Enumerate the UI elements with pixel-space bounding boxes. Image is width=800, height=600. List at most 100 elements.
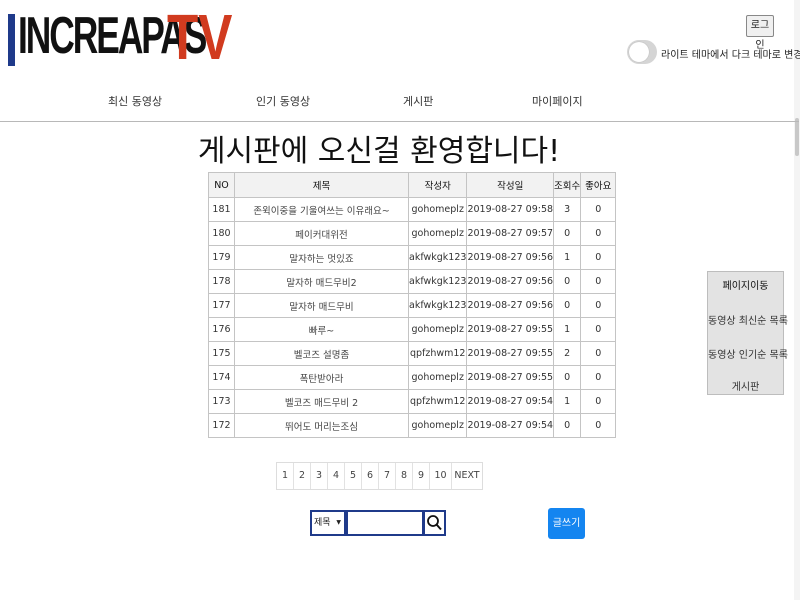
pagination-page[interactable]: 6	[362, 463, 379, 489]
write-post-button[interactable]: 글쓰기	[548, 508, 585, 539]
cell-author: gohomeplz	[407, 365, 468, 390]
table-row: 181 존윅이중을 기울여쓰는 이유래요~ gohomeplz 2019-08-27 …	[208, 197, 617, 222]
toggle-knob	[629, 42, 649, 62]
pagination-page[interactable]: 3	[311, 463, 328, 489]
cell-date: 2019-08-27 09:55	[466, 317, 555, 342]
nav-item-mypage[interactable]: 마이페이지	[532, 93, 583, 109]
site-logo[interactable]: INCREAPAS TV	[7, 1, 232, 73]
th-author: 작성자	[407, 172, 468, 198]
logo-tv-text: TV	[167, 1, 233, 73]
board-table: NO 제목 작성자 작성일 조회수 좋아요 181 존윅이중을 기울여쓰는 이유래요~ goh…	[208, 172, 617, 438]
pagination: 1 2 3 4 5 6 7 8 9 10 NEXT	[276, 462, 483, 490]
cell-title[interactable]: 말자하 매드무비	[234, 293, 409, 318]
cell-date: 2019-08-27 09:54	[466, 389, 555, 414]
th-date: 작성일	[466, 172, 555, 198]
cell-views: 0	[553, 413, 582, 438]
cell-likes: 0	[580, 365, 617, 390]
cell-title[interactable]: 폭탄받아라	[234, 365, 409, 390]
pagination-page[interactable]: 8	[396, 463, 413, 489]
cell-title[interactable]: 존윅이중을 기울여쓰는 이유래요~	[234, 197, 409, 222]
theme-toggle-label: 라이트 테마에서 다크 테마로 변경	[661, 50, 800, 61]
cell-title[interactable]: 페이커대위전	[234, 221, 409, 246]
cell-no: 178	[208, 269, 235, 294]
pagination-page[interactable]: 4	[328, 463, 345, 489]
cell-date: 2019-08-27 09:58	[466, 197, 555, 222]
cell-date: 2019-08-27 09:56	[466, 293, 555, 318]
theme-toggle[interactable]	[627, 40, 657, 64]
table-row: 172 뛰어도 머리는조심 gohomeplz 2019-08-27 09:54 0 0	[208, 413, 617, 438]
cell-title[interactable]: 말자하 매드무비2	[234, 269, 409, 294]
nav-item-latest-videos[interactable]: 최신 동영상	[108, 93, 162, 109]
cell-likes: 0	[580, 245, 617, 270]
cell-likes: 0	[580, 317, 617, 342]
cell-author: gohomeplz	[407, 221, 468, 246]
table-header-row: NO 제목 작성자 작성일 조회수 좋아요	[208, 172, 617, 198]
page-title: 게시판에 오신걸 환영합니다!	[197, 134, 561, 169]
cell-date: 2019-08-27 09:54	[466, 413, 555, 438]
cell-title[interactable]: 빠루~	[234, 317, 409, 342]
cell-views: 1	[553, 317, 582, 342]
cell-title[interactable]: 뛰어도 머리는조심	[234, 413, 409, 438]
table-row: 179 말자하는 멋있죠 akfwkgk123 2019-08-27 09:56 1 0	[208, 245, 617, 270]
cell-date: 2019-08-27 09:55	[466, 365, 555, 390]
search-icon	[427, 515, 442, 531]
search-button[interactable]	[423, 510, 446, 536]
cell-no: 176	[208, 317, 235, 342]
cell-views: 0	[553, 365, 582, 390]
nav-divider	[0, 121, 799, 122]
cell-title[interactable]: 말자하는 멋있죠	[234, 245, 409, 270]
pagination-page[interactable]: 1	[277, 463, 294, 489]
cell-likes: 0	[580, 197, 617, 222]
table-row: 180 페이커대위전 gohomeplz 2019-08-27 09:57 0 0	[208, 221, 617, 246]
cell-no: 172	[208, 413, 235, 438]
cell-author: gohomeplz	[407, 197, 468, 222]
pagination-page[interactable]: 9	[413, 463, 430, 489]
pagination-page[interactable]: 5	[345, 463, 362, 489]
login-button[interactable]: 로그인	[746, 15, 774, 51]
table-row: 177 말자하 매드무비 akfwkgk123 2019-08-27 09:56 0 0	[208, 293, 617, 318]
cell-no: 181	[208, 197, 235, 222]
pagination-next[interactable]: NEXT	[452, 463, 482, 489]
cell-no: 175	[208, 341, 235, 366]
cell-likes: 0	[580, 413, 617, 438]
cell-views: 0	[553, 293, 582, 318]
nav-item-popular-videos[interactable]: 인기 동영상	[256, 93, 310, 109]
cell-date: 2019-08-27 09:56	[466, 269, 555, 294]
side-navigation: 페이지이동 동영상 최신순 목록 동영상 인기순 목록 게시판	[707, 271, 788, 395]
pagination-page[interactable]: 10	[430, 463, 452, 489]
search-input[interactable]	[346, 510, 424, 536]
cell-author: akfwkgk123	[407, 245, 468, 270]
cell-date: 2019-08-27 09:57	[466, 221, 555, 246]
chevron-down-icon: ▼	[336, 519, 341, 526]
th-no: NO	[208, 172, 235, 198]
cell-likes: 0	[580, 389, 617, 414]
cell-no: 173	[208, 389, 235, 414]
cell-likes: 0	[580, 293, 617, 318]
side-nav-item-latest-list[interactable]: 동영상 최신순 목록	[708, 312, 788, 327]
cell-likes: 0	[580, 269, 617, 294]
search-field-value: 제목	[314, 518, 331, 528]
nav-item-board[interactable]: 게시판	[403, 93, 433, 109]
table-row: 175 벨코즈 설명좀 qpfzhwm12 2019-08-27 09:55 2 0	[208, 341, 617, 366]
pagination-page[interactable]: 7	[379, 463, 396, 489]
search-field-select[interactable]: 제목 ▼	[310, 510, 346, 536]
side-nav-title: 페이지이동	[722, 281, 769, 292]
cell-no: 177	[208, 293, 235, 318]
side-nav-item-popular-list[interactable]: 동영상 인기순 목록	[708, 346, 788, 361]
cell-author: akfwkgk123	[407, 269, 468, 294]
side-nav-item-board[interactable]: 게시판	[708, 378, 783, 393]
cell-date: 2019-08-27 09:55	[466, 341, 555, 366]
cell-author: akfwkgk123	[407, 293, 468, 318]
cell-views: 2	[553, 341, 582, 366]
cell-author: gohomeplz	[407, 413, 468, 438]
cell-title[interactable]: 벨코즈 매드무비 2	[234, 389, 409, 414]
cell-likes: 0	[580, 341, 617, 366]
cell-title[interactable]: 벨코즈 설명좀	[234, 341, 409, 366]
th-views: 조회수	[553, 172, 582, 198]
cell-author: qpfzhwm12	[407, 341, 468, 366]
cell-views: 1	[553, 389, 582, 414]
cell-likes: 0	[580, 221, 617, 246]
table-row: 178 말자하 매드무비2 akfwkgk123 2019-08-27 09:56 0 0	[208, 269, 617, 294]
scrollbar-thumb[interactable]	[795, 118, 799, 156]
pagination-page[interactable]: 2	[294, 463, 311, 489]
